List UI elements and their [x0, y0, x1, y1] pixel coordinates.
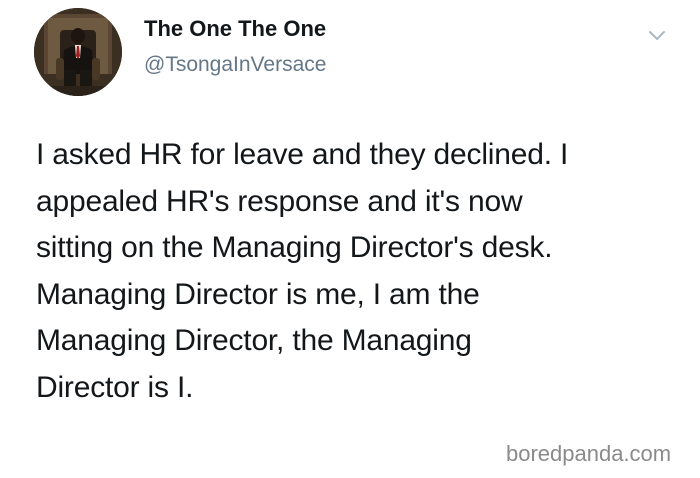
profile-photo-icon: [34, 8, 122, 96]
tweet-card: The One The One @TsongaInVersace I asked…: [0, 0, 700, 478]
user-handle[interactable]: @TsongaInVersace: [144, 53, 326, 77]
tweet-text-line: I asked HR for leave and they declined. …: [36, 138, 569, 171]
watermark: boredpanda.com: [506, 441, 672, 466]
avatar[interactable]: [34, 8, 122, 96]
chevron-down-icon[interactable]: [646, 24, 668, 46]
tweet-text: I asked HR for leave and they declined. …: [36, 132, 676, 411]
tweet-text-line: Director is I.: [36, 370, 194, 404]
tweet-text-line: Managing Director is me, I am the: [36, 277, 480, 311]
display-name[interactable]: The One The One: [144, 16, 326, 42]
tweet-text-line: sitting on the Managing Director's desk.: [36, 231, 553, 264]
tweet-text-line: appealed HR's response and it's now: [36, 184, 523, 218]
tweet-text-line: Managing Director, the Managing: [36, 324, 472, 357]
